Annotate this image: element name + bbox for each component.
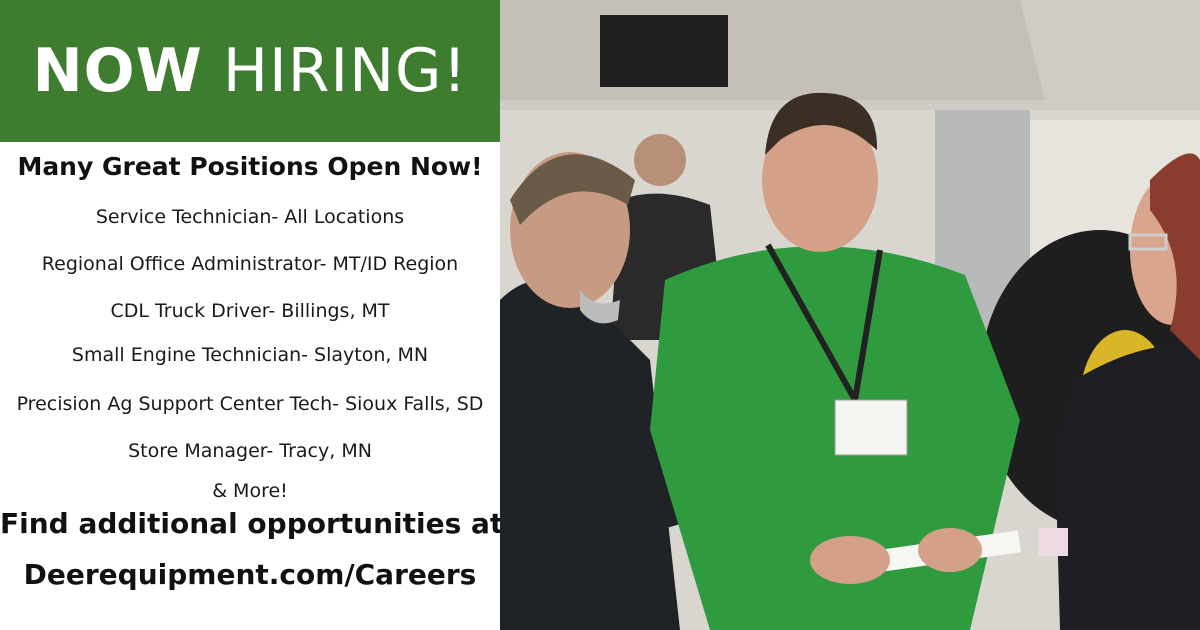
cta-line-1: Find additional opportunities at — [0, 507, 504, 540]
ceiling-vent-icon — [600, 15, 728, 87]
headline-now: NOW — [32, 36, 203, 106]
and-more-text: & More! — [212, 480, 288, 502]
name-badge — [834, 399, 908, 456]
right-woman-jacket — [1055, 344, 1200, 630]
careers-url[interactable]: Deerequipment.com/Careers — [0, 558, 500, 591]
position-item: Small Engine Technician- Slayton, MN — [71, 344, 429, 366]
position-item: Service Technician- All Locations — [95, 206, 405, 228]
subheading: Many Great Positions Open Now! — [17, 152, 483, 181]
now-hiring-banner: NOW HIRING! — [0, 0, 500, 142]
hero-photo — [500, 0, 1200, 630]
position-item: Store Manager- Tracy, MN — [128, 440, 372, 462]
position-item: Precision Ag Support Center Tech- Sioux … — [16, 393, 484, 415]
position-item: Regional Office Administrator- MT/ID Reg… — [41, 253, 459, 275]
headline-hiring: HIRING! — [222, 36, 468, 106]
position-item: CDL Truck Driver- Billings, MT — [110, 300, 390, 322]
text-panel: NOW HIRING! Many Great Positions Open No… — [0, 0, 504, 630]
banner-headline: NOW HIRING! — [32, 36, 467, 106]
